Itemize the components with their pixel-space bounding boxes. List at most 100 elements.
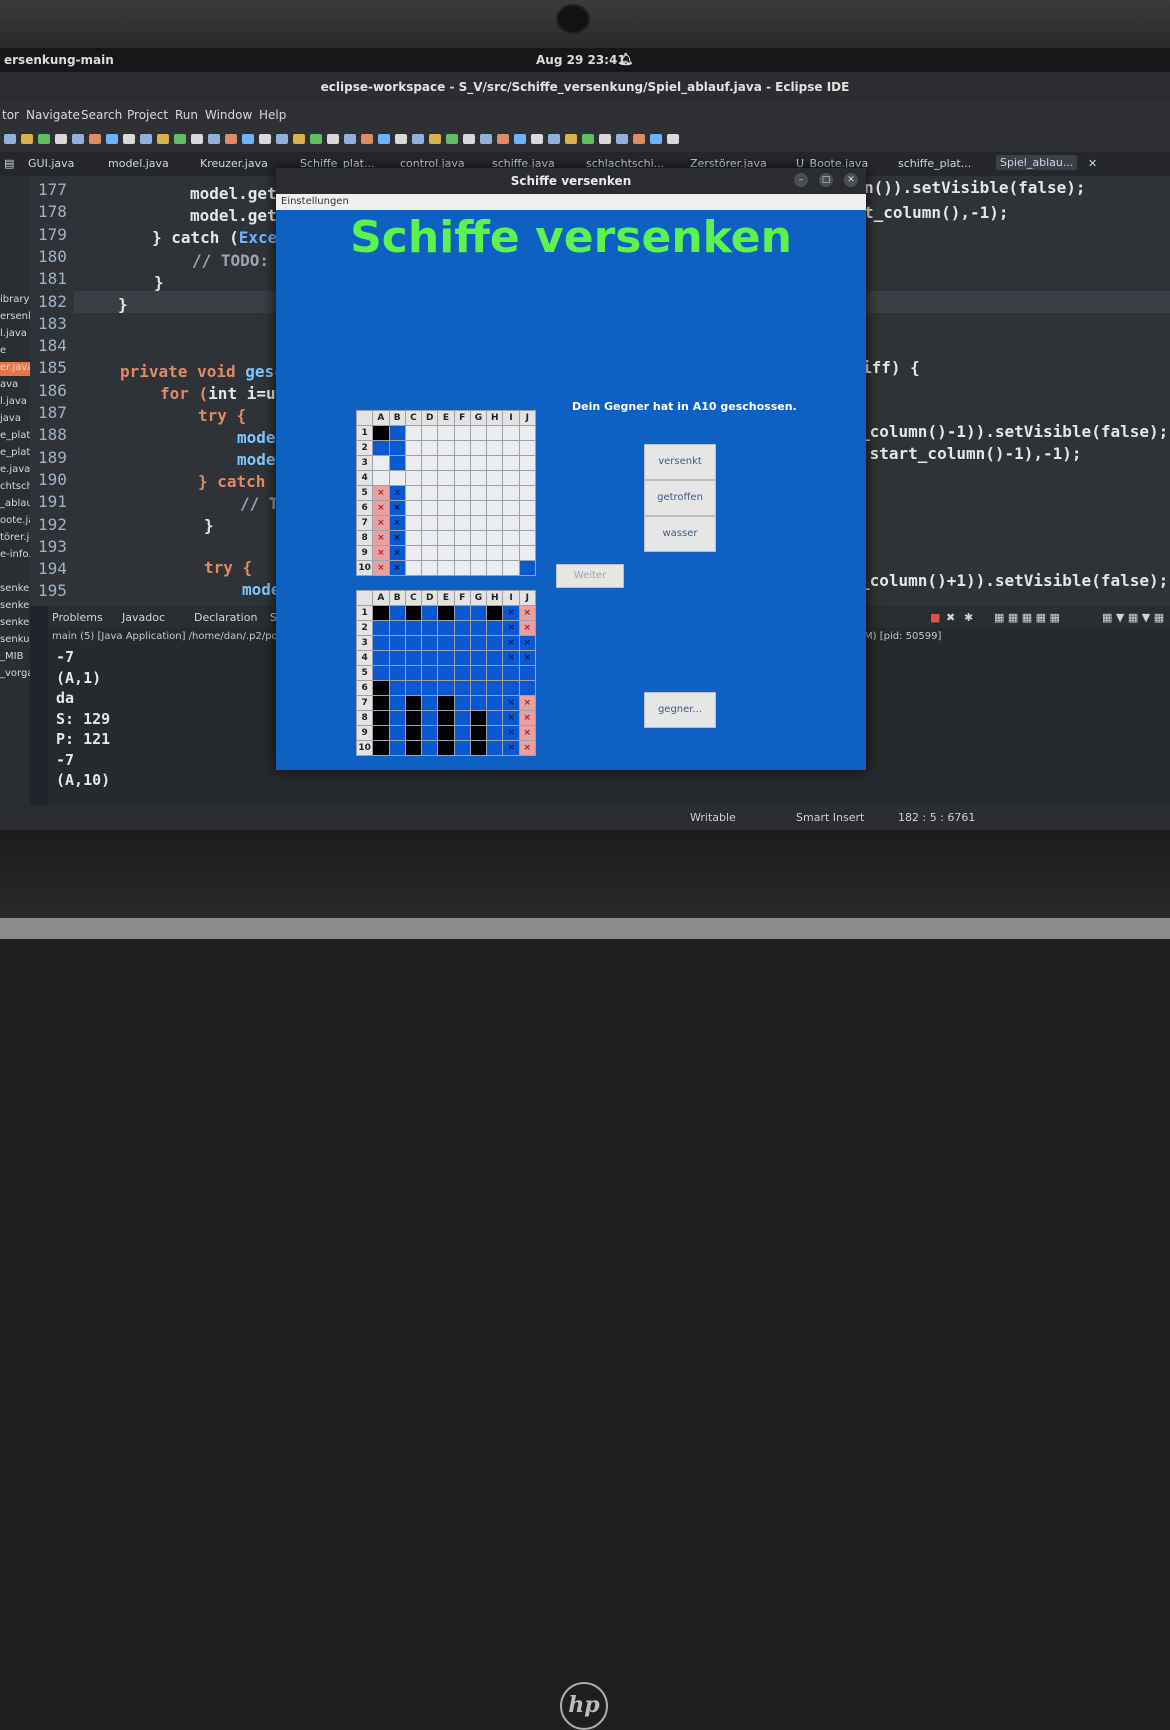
maximize-icon[interactable]: □ — [819, 173, 833, 187]
explorer-item[interactable]: oote.java — [0, 515, 30, 526]
board-cell[interactable] — [437, 665, 455, 681]
toolbar-button-icon[interactable] — [599, 134, 611, 144]
toolbar-button-icon[interactable] — [89, 134, 101, 144]
board-cell[interactable] — [469, 515, 488, 531]
toolbar-button-icon[interactable] — [191, 134, 203, 144]
board-cell[interactable] — [404, 425, 423, 441]
explorer-item[interactable]: e — [0, 345, 30, 356]
toolbar-button-icon[interactable] — [259, 134, 271, 144]
board-cell[interactable] — [453, 680, 471, 696]
console-tools-icons[interactable]: ▦ ▦ ▦ ▦ ▦ — [994, 611, 1060, 624]
toolbar-button-icon[interactable] — [293, 134, 305, 144]
board-cell[interactable] — [404, 725, 423, 741]
console-view-icons[interactable]: ▦ ▼ ▦ ▼ ▦ — [1102, 611, 1164, 624]
board-cell[interactable] — [404, 530, 423, 546]
board-cell[interactable] — [404, 680, 423, 696]
board-cell[interactable] — [469, 485, 488, 501]
board-cell[interactable] — [421, 560, 439, 576]
tab-model-java[interactable]: model.java — [108, 157, 169, 170]
board-cell[interactable] — [421, 710, 439, 726]
tab-schiffe-plat-2[interactable]: schiffe_plat... — [898, 157, 971, 170]
board-cell[interactable] — [453, 425, 471, 441]
tab-declaration[interactable]: Declaration — [194, 611, 257, 624]
toolbar-button-icon[interactable] — [310, 134, 322, 144]
toolbar-button-icon[interactable] — [446, 134, 458, 144]
board-cell[interactable] — [502, 425, 520, 441]
board-cell[interactable] — [388, 635, 406, 651]
menu-item-run[interactable]: Run — [175, 108, 198, 122]
board-cell[interactable] — [421, 470, 439, 486]
board-cell[interactable] — [421, 515, 439, 531]
board-cell[interactable] — [437, 620, 455, 636]
board-cell[interactable] — [437, 680, 455, 696]
board-cell[interactable] — [469, 545, 488, 561]
clock[interactable]: Aug 29 23:41 — [536, 53, 626, 67]
board-cell[interactable]: × — [388, 485, 406, 501]
board-cell[interactable] — [372, 440, 390, 456]
board-cell[interactable] — [486, 485, 504, 501]
tab-javadoc[interactable]: Javadoc — [122, 611, 165, 624]
enemy-board[interactable]: A B C D E F G H I J 1 × × 2 × × 3 × × 4 × × 5 6 7 × × 8 × × 9 × × 10 × × — [355, 590, 537, 756]
board-cell[interactable] — [453, 605, 471, 621]
board-cell[interactable] — [437, 560, 455, 576]
board-cell[interactable] — [421, 605, 439, 621]
board-cell[interactable] — [388, 425, 406, 441]
board-cell[interactable] — [404, 440, 423, 456]
toolbar-button-icon[interactable] — [429, 134, 441, 144]
board-cell[interactable] — [372, 710, 390, 726]
toolbar-button-icon[interactable] — [55, 134, 67, 144]
close-tab-icon[interactable]: ✕ — [1088, 157, 1097, 170]
board-cell[interactable]: × — [502, 605, 520, 621]
board-cell[interactable] — [453, 440, 471, 456]
board-cell[interactable] — [437, 695, 455, 711]
menu-einstellungen[interactable]: Einstellungen — [281, 196, 349, 207]
board-cell[interactable]: × — [502, 695, 520, 711]
toolbar-button-icon[interactable] — [157, 134, 169, 144]
board-cell[interactable] — [502, 470, 520, 486]
board-cell[interactable]: × — [518, 695, 537, 711]
board-cell[interactable] — [486, 710, 504, 726]
board-cell[interactable]: × — [372, 545, 390, 561]
toolbar-button-icon[interactable] — [548, 134, 560, 144]
board-cell[interactable] — [372, 635, 390, 651]
board-cell[interactable] — [372, 665, 390, 681]
board-cell[interactable] — [437, 425, 455, 441]
board-cell[interactable] — [453, 560, 471, 576]
board-cell[interactable]: × — [388, 530, 406, 546]
toolbar-button-icon[interactable] — [480, 134, 492, 144]
board-cell[interactable] — [518, 530, 537, 546]
board-cell[interactable] — [388, 680, 406, 696]
board-cell[interactable] — [469, 440, 488, 456]
explorer-item[interactable]: java — [0, 413, 30, 424]
board-cell[interactable] — [453, 515, 471, 531]
board-cell[interactable] — [453, 500, 471, 516]
board-cell[interactable] — [502, 440, 520, 456]
board-cell[interactable] — [372, 620, 390, 636]
board-cell[interactable] — [469, 710, 488, 726]
board-cell[interactable] — [437, 470, 455, 486]
toolbar-button-icon[interactable] — [463, 134, 475, 144]
board-cell[interactable] — [437, 455, 455, 471]
board-cell[interactable]: × — [518, 620, 537, 636]
board-cell[interactable] — [453, 530, 471, 546]
board-cell[interactable] — [372, 605, 390, 621]
toolbar-button-icon[interactable] — [616, 134, 628, 144]
board-cell[interactable]: × — [518, 725, 537, 741]
board-cell[interactable] — [486, 665, 504, 681]
explorer-item[interactable]: l.java — [0, 328, 30, 339]
menu-item-help[interactable]: Help — [259, 108, 286, 122]
board-cell[interactable]: × — [502, 650, 520, 666]
toolbar-button-icon[interactable] — [361, 134, 373, 144]
board-cell[interactable] — [486, 470, 504, 486]
board-cell[interactable]: × — [388, 560, 406, 576]
board-cell[interactable] — [469, 620, 488, 636]
board-cell[interactable] — [453, 695, 471, 711]
toolbar-button-icon[interactable] — [225, 134, 237, 144]
board-cell[interactable] — [453, 710, 471, 726]
board-cell[interactable] — [469, 470, 488, 486]
board-cell[interactable] — [502, 680, 520, 696]
close-icon[interactable]: ✕ — [844, 173, 858, 187]
board-cell[interactable]: × — [518, 650, 537, 666]
board-cell[interactable] — [388, 740, 406, 756]
board-cell[interactable]: × — [372, 530, 390, 546]
